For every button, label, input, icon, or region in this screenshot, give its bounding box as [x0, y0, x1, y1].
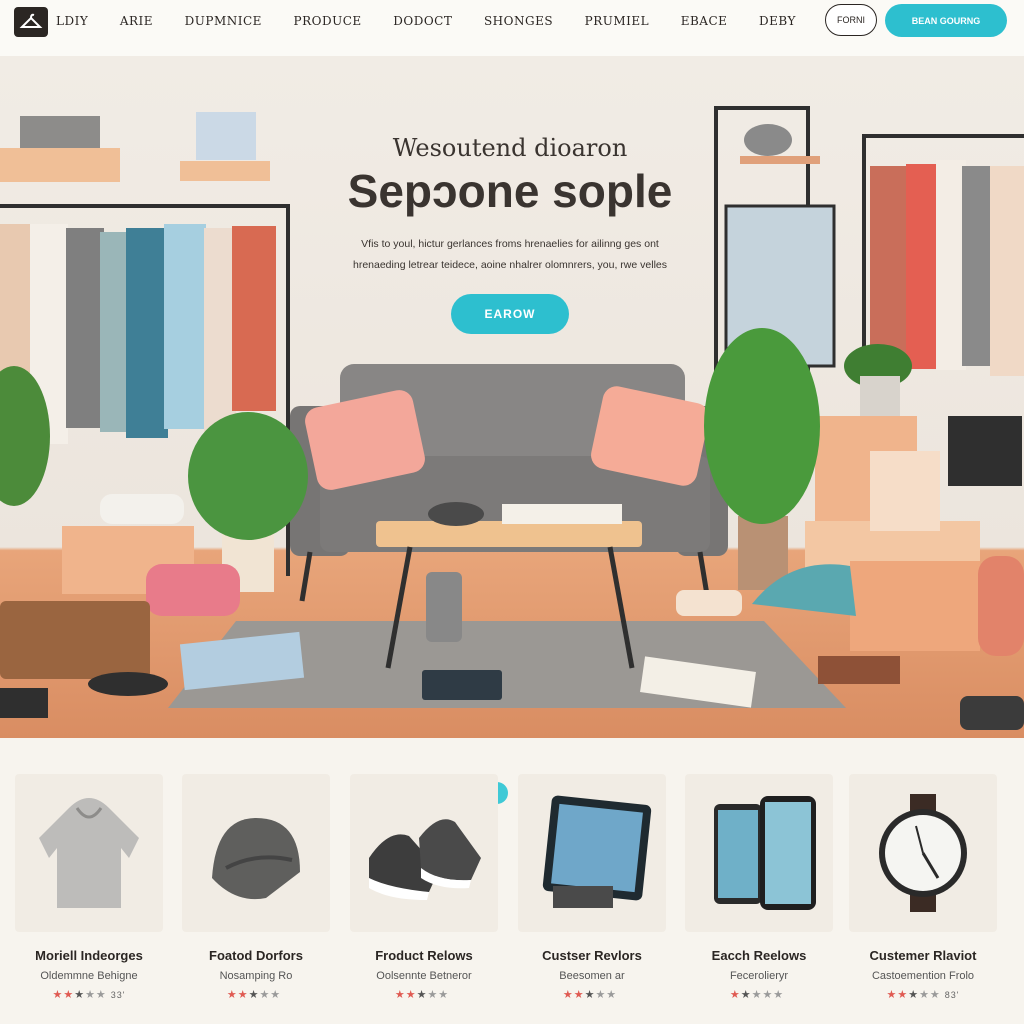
rating-stars: ★★★★★	[394, 989, 450, 1001]
product-subtitle: Fecerolieryr	[729, 970, 789, 982]
nav-link[interactable]: EBACE	[681, 14, 728, 28]
phone-icon	[685, 774, 833, 932]
product-subtitle: Castoemention Frolo	[871, 970, 975, 982]
hero-banner: Wesoutend dioaron Sepɔone sople Vfis to …	[0, 56, 1024, 738]
hanger-logo-icon[interactable]	[14, 7, 48, 37]
signup-button[interactable]: BEAN GOURNG	[885, 4, 1007, 37]
product-card[interactable]: Custemer Rlaviot Castoemention Frolo ★★★…	[849, 774, 997, 1001]
rating-stars: ★★★★★	[226, 989, 282, 1001]
hero-subtitle-line: hrenaeding letrear teidece, aoine nhalre…	[352, 259, 667, 271]
product-title[interactable]: Moriell Indeorges	[15, 948, 163, 963]
rating-count: 83'	[944, 990, 960, 1000]
hero-eyebrow: Wesoutend dioaron	[392, 134, 628, 162]
rating-stars: ★★★★★ 83'	[886, 989, 960, 1001]
nav-link[interactable]: ARIE	[120, 14, 153, 28]
nav-links: LDIY ARIE DUPMNICE PRODUCE DODOCT SHONGE…	[56, 14, 796, 28]
rating-stars: ★★★★★	[729, 989, 785, 1001]
rating-count: 33'	[110, 990, 126, 1000]
product-title[interactable]: Custemer Rlaviot	[849, 948, 997, 963]
watch-icon	[849, 774, 997, 932]
product-subtitle: Nosamping Ro	[219, 970, 293, 982]
rating-stars: ★★★★★	[562, 989, 618, 1001]
product-title[interactable]: Foatod Dorfors	[182, 948, 330, 963]
product-card[interactable]: Eacch Reelows Fecerolieryr ★★★★★	[685, 774, 833, 1001]
nav-link[interactable]: LDIY	[56, 14, 88, 28]
hero-subtitle: Vfis to youl, hictur gerlances froms hre…	[300, 234, 720, 276]
hero-title: Sepɔone sople	[347, 165, 673, 217]
product-subtitle: Beesomen ar	[559, 970, 625, 982]
nav-link[interactable]: PRODUCE	[294, 14, 362, 28]
product-title[interactable]: Eacch Reelows	[685, 948, 833, 963]
product-title[interactable]: Custser Revlors	[518, 948, 666, 963]
top-nav: LDIY ARIE DUPMNICE PRODUCE DODOCT SHONGE…	[0, 0, 1024, 56]
nav-link[interactable]: DODOCT	[393, 14, 452, 28]
rating-stars: ★★★★★ 33'	[52, 989, 126, 1001]
product-subtitle: Oolsennte Betneror	[376, 970, 472, 982]
tablet-icon	[518, 774, 666, 932]
cap-icon	[182, 774, 330, 932]
product-card[interactable]: Foatod Dorfors Nosamping Ro ★★★★★	[182, 774, 330, 1001]
product-title[interactable]: Froduct Relows	[350, 948, 498, 963]
nav-link[interactable]: DUPMNICE	[185, 14, 262, 28]
hero-cta-button[interactable]: EAROW	[451, 294, 569, 334]
nav-link[interactable]: SHONGES	[484, 14, 553, 28]
product-card[interactable]: Froduct Relows Oolsennte Betneror ★★★★★	[350, 774, 498, 1001]
product-card[interactable]: Moriell Indeorges Oldemmne Behigne ★★★★★…	[15, 774, 163, 1001]
nav-link[interactable]: DEBY	[759, 14, 796, 28]
nav-link[interactable]: PRUMIEL	[585, 14, 649, 28]
login-button[interactable]: FORNI	[825, 4, 877, 36]
hoodie-icon	[15, 774, 163, 932]
product-grid: Moriell Indeorges Oldemmne Behigne ★★★★★…	[15, 774, 999, 1024]
product-card[interactable]: Custser Revlors Beesomen ar ★★★★★	[518, 774, 666, 1001]
hero-subtitle-line: Vfis to youl, hictur gerlances froms hre…	[361, 238, 659, 250]
sneakers-icon	[350, 774, 498, 932]
product-subtitle: Oldemmne Behigne	[40, 970, 138, 982]
